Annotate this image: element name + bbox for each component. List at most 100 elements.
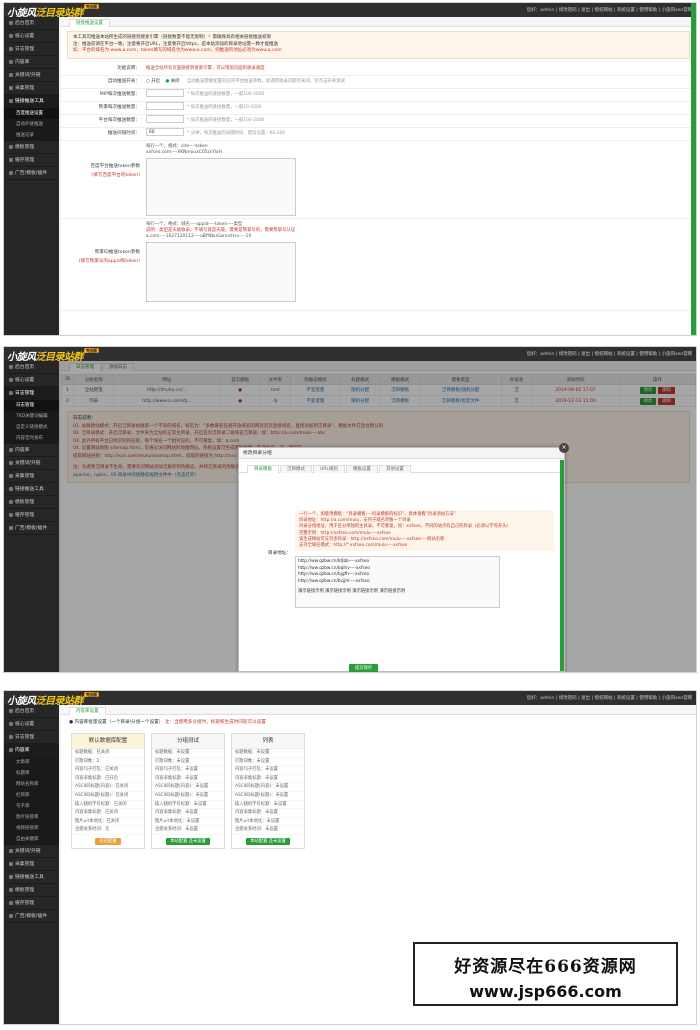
- field-hint: 推送全站所有页面链接到搜索引擎，可以增加页面的收录速度: [146, 65, 265, 71]
- field-label: 功能说明：: [117, 65, 140, 71]
- sidebar-subitem[interactable]: 百度推送设置: [4, 108, 59, 119]
- sidebar-subitem[interactable]: 网站名称库: [4, 779, 59, 790]
- sidebar-subitem[interactable]: 句子库: [4, 801, 59, 812]
- sidebar-item[interactable]: 内容库: [4, 744, 59, 757]
- sidebar-item[interactable]: 内容库: [4, 56, 59, 69]
- sidebar-item-label: 后台首页: [15, 365, 35, 370]
- tab-push-settings[interactable]: 链接推送设置: [69, 19, 110, 27]
- sidebar-subitem[interactable]: TKD关键词编辑: [4, 411, 59, 422]
- modal-tab[interactable]: 模板设置: [345, 465, 378, 473]
- library-card[interactable]: 列表 标题数据：未设置 打散词数：未设置 内容句子打乱：未设置 内容采集标题：未设置 AS…: [231, 733, 305, 849]
- sidebar-item[interactable]: 关键词/外链: [4, 457, 59, 470]
- save-button[interactable]: 提交保存: [349, 664, 379, 672]
- sidebar-item[interactable]: 链接推送工具: [4, 95, 59, 108]
- sidebar-item[interactable]: 链接推送工具: [4, 871, 59, 884]
- modal-tab[interactable]: 其他设置: [378, 465, 411, 473]
- library-card[interactable]: 默认数据库配置 标题数据：已关闭 打散词数：2 内容句子打乱：已关闭 内容采集标题：已开…: [71, 733, 145, 849]
- sidebar-item[interactable]: 核心设置: [4, 718, 59, 731]
- sidebar-item-label: 缓存管理: [15, 901, 35, 906]
- card-button[interactable]: 本站配置 还未设置: [246, 837, 290, 845]
- sidebar-item[interactable]: 关键词/外链: [4, 845, 59, 858]
- menu-icon: [9, 377, 13, 382]
- edit-group-modal: 修改目录分组 × 目录模板 泛目模式 URL规则 模板设置 其他设置 目录地址： 一行一…: [238, 443, 569, 672]
- token-textarea[interactable]: [146, 157, 296, 216]
- sidebar-item[interactable]: 广告/模板/插件: [4, 522, 59, 535]
- sidebar-item-label: 缓存管理: [15, 158, 35, 163]
- sidebar-item[interactable]: 模板管理: [4, 496, 59, 509]
- card-line: 内容采集标题：已开启: [72, 775, 144, 784]
- platform-count-input[interactable]: [146, 115, 184, 123]
- sidebar-item[interactable]: 内容库: [4, 444, 59, 457]
- sidebar-item[interactable]: 模板管理: [4, 884, 59, 897]
- radio-on[interactable]: ○ 开启: [146, 79, 160, 84]
- card-button[interactable]: 已在配置: [95, 837, 121, 845]
- sidebar-item[interactable]: 后台首页: [4, 17, 59, 30]
- sidebar-item[interactable]: 核心设置: [4, 30, 59, 43]
- scrollbar[interactable]: [691, 3, 696, 335]
- sidebar-item-label: 关键词/外链: [15, 461, 41, 466]
- token-example: xxfseo.com----XKNmouxC05zsYloH: [146, 149, 222, 155]
- mip-count-input[interactable]: [146, 89, 184, 97]
- sidebar-item[interactable]: 后台首页: [4, 705, 59, 718]
- sidebar-subitem[interactable]: 推送记录: [4, 130, 59, 141]
- sidebar-item[interactable]: 关键词/外链: [4, 69, 59, 82]
- sidebar-item[interactable]: 采集管理: [4, 858, 59, 871]
- card-line: 插入随机字符标题：未设置: [152, 801, 224, 810]
- sidebar-item-label: 模板管理: [15, 500, 35, 505]
- sidebar-item[interactable]: 广告/模板/插件: [4, 167, 59, 180]
- sidebar-subitem[interactable]: 视频链接库: [4, 823, 59, 834]
- menu-icon: [9, 85, 13, 90]
- sidebar-item[interactable]: 采集管理: [4, 82, 59, 95]
- sidebar-subitem[interactable]: 内容定时发布: [4, 433, 59, 444]
- sidebar-item[interactable]: 广告/模板/插件: [4, 910, 59, 923]
- top-links[interactable]: 您好：admin | 修改密码 | 退出 | 授权网站 | 系统设置 | 使用帮…: [527, 7, 692, 13]
- modal-tab[interactable]: 目录模板: [247, 465, 279, 473]
- sidebar-item[interactable]: 链接推送工具: [4, 483, 59, 496]
- menu-icon: [9, 59, 13, 64]
- sidebar-item-label: 广告/模板/插件: [15, 526, 48, 531]
- interval-input[interactable]: 60: [146, 128, 184, 136]
- tab-bar: 内容库设置: [61, 705, 696, 715]
- sidebar-subitem[interactable]: 栏目库: [4, 790, 59, 801]
- sidebar-item[interactable]: 缓存管理: [4, 154, 59, 167]
- sidebar-item-label: 链接推送工具: [15, 487, 44, 492]
- sidebar-item[interactable]: 缓存管理: [4, 509, 59, 522]
- bear-label: 熊掌ID推送token参数: [94, 249, 140, 255]
- menu-icon: [9, 708, 13, 713]
- sidebar-subitem[interactable]: 自动外链推送: [4, 119, 59, 130]
- modal-tab[interactable]: URL规则: [313, 465, 345, 473]
- sidebar-subitem[interactable]: 文章库: [4, 757, 59, 768]
- directory-textarea[interactable]: http://ww.qzbw.cn/bfjbb----xxfseo http://…: [295, 556, 500, 609]
- sidebar-subitem[interactable]: 图片链接库: [4, 812, 59, 823]
- card-button[interactable]: 本站配置 还未设置: [166, 837, 210, 845]
- library-card[interactable]: 分组测试 标题数据：未设置 打散词数：未设置 内容句子打乱：未设置 内容采集标题：未设置…: [151, 733, 225, 849]
- settings-form: 功能说明： 推送全站所有页面链接到搜索引擎，可以增加页面的收录速度 自动推送开关：…: [61, 63, 696, 311]
- modal-scrollbar[interactable]: [560, 460, 564, 671]
- sidebar-item[interactable]: 模板管理: [4, 141, 59, 154]
- top-links[interactable]: 您好：admin | 修改密码 | 退出 | 授权网站 | 系统设置 | 使用帮…: [527, 351, 692, 357]
- sidebar-item[interactable]: 核心设置: [4, 374, 59, 387]
- bear-count-input[interactable]: [146, 102, 184, 110]
- panel-push-settings: 小旋风泛目录站群专业版 您好：admin | 修改密码 | 退出 | 授权网站 …: [3, 2, 697, 336]
- sidebar-item[interactable]: 日志管理: [4, 387, 59, 400]
- tab-content-settings[interactable]: 内容库设置: [69, 707, 106, 715]
- modal-instructions: 一行一个，如使用模板：“目录模板----目录模板的标识”，具体请看“目录添加方法…: [295, 510, 554, 552]
- sidebar-subitem[interactable]: 自定义链接模式: [4, 422, 59, 433]
- radio-off[interactable]: ● 关闭: [165, 79, 179, 84]
- card-footer: 本站配置 还未设置: [232, 835, 304, 848]
- sidebar-item[interactable]: 后台首页: [4, 361, 59, 374]
- sidebar-subitem[interactable]: 自由关键库: [4, 834, 59, 845]
- sidebar-item[interactable]: 日志管理: [4, 43, 59, 56]
- sidebar-item[interactable]: 缓存管理: [4, 897, 59, 910]
- card-line: 主题关系时间：无: [72, 826, 144, 835]
- token-label: 百度平台推送token参数: [90, 163, 140, 169]
- bear-textarea[interactable]: [146, 241, 296, 302]
- modal-close-icon[interactable]: ×: [559, 443, 569, 453]
- card-line: 内容句子打乱：已关闭: [72, 766, 144, 775]
- modal-tab[interactable]: 泛目模式: [280, 465, 312, 473]
- sidebar-subitem[interactable]: 标题库: [4, 768, 59, 779]
- sidebar-item[interactable]: 日志管理: [4, 731, 59, 744]
- sidebar-item[interactable]: 采集管理: [4, 470, 59, 483]
- top-links[interactable]: 您好：admin | 修改密码 | 退出 | 授权网站 | 系统设置 | 使用帮…: [527, 695, 692, 701]
- sidebar-subitem[interactable]: 日志管理: [4, 400, 59, 411]
